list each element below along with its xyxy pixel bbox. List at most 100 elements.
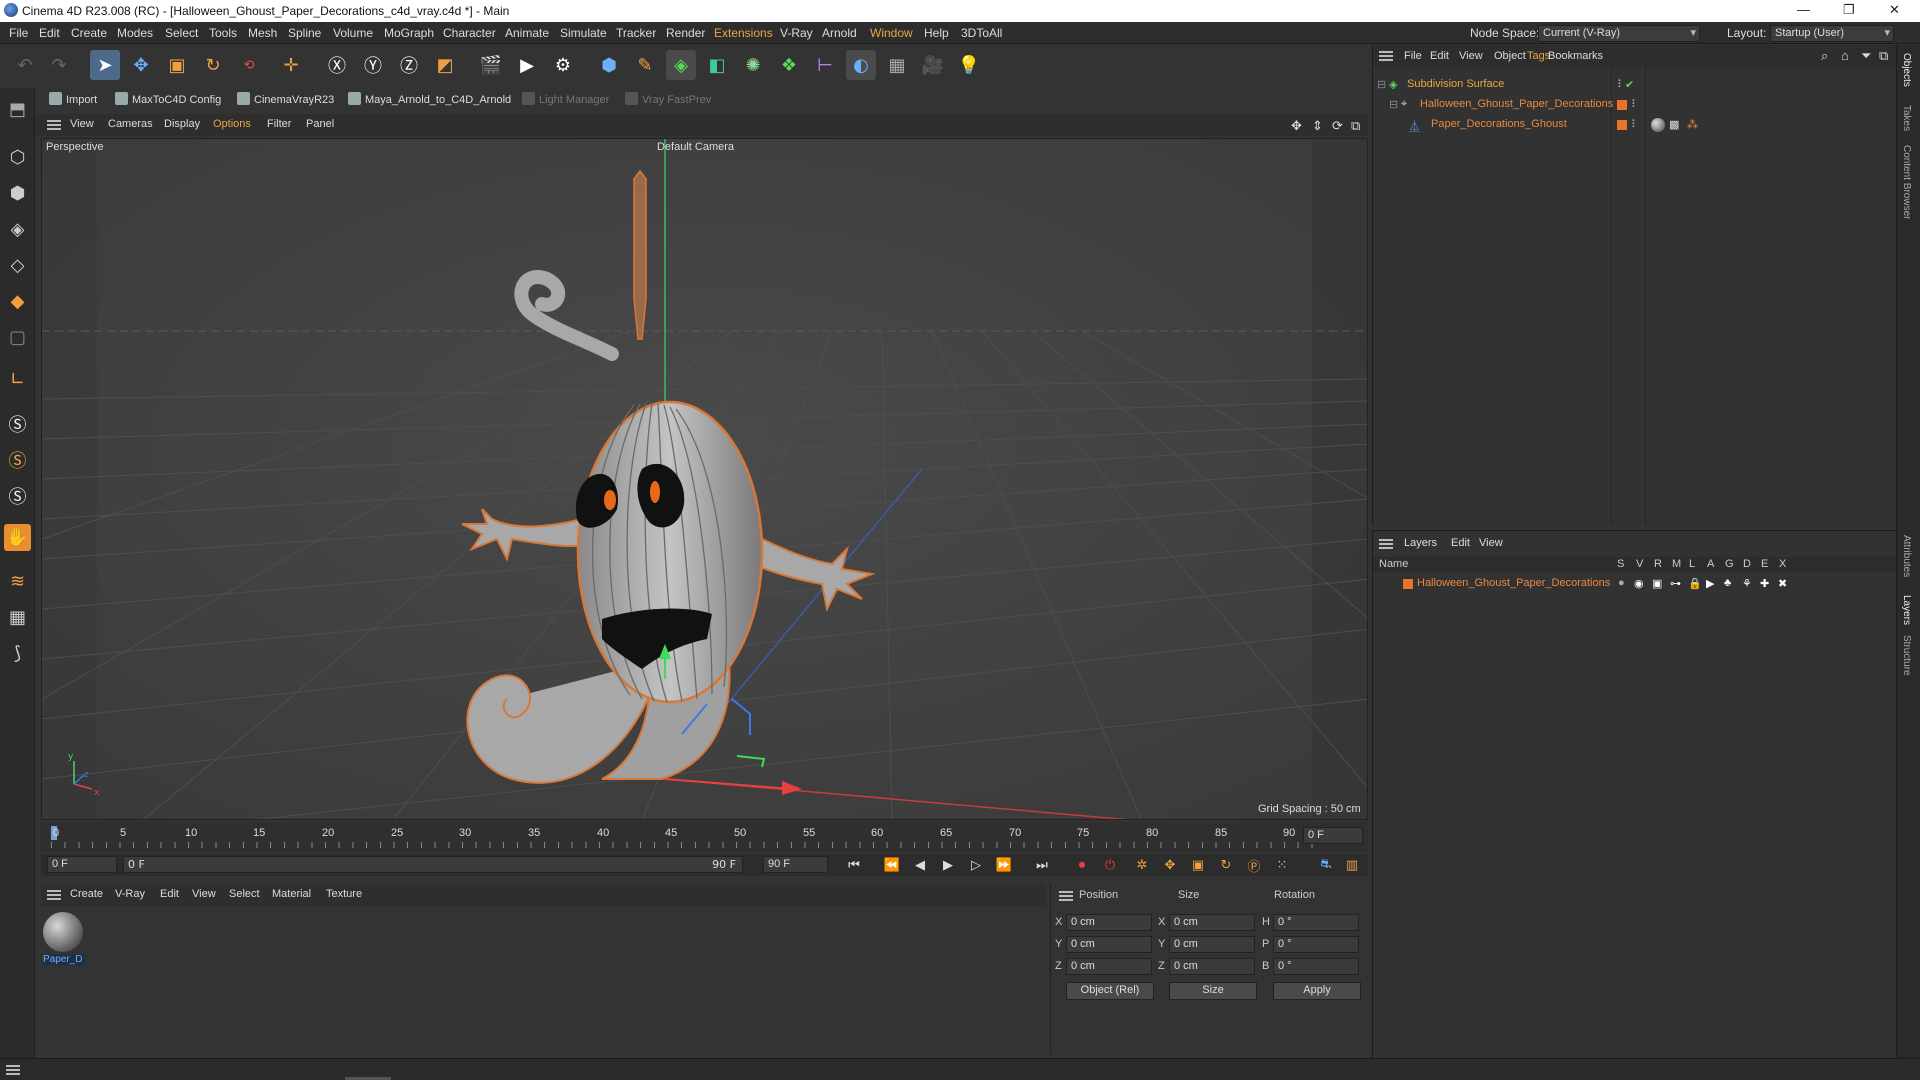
end-frame-field[interactable]: 90 F xyxy=(763,856,828,873)
texture-mode-icon[interactable]: ⬢ xyxy=(4,180,31,207)
editor-render-toggle-icon[interactable]: ⠇ xyxy=(1631,98,1639,111)
z-axis-lock-icon[interactable]: Ⓩ xyxy=(394,50,424,80)
tab-attributes[interactable]: Attributes xyxy=(1901,535,1912,577)
y-axis-lock-icon[interactable]: Ⓨ xyxy=(358,50,388,80)
mograph-cloner-icon[interactable]: ✺ xyxy=(738,50,768,80)
rot-p-field[interactable]: 0 ° xyxy=(1273,936,1359,953)
cinemavray-button[interactable]: CinemaVrayR23 xyxy=(237,92,334,106)
enabled-check-icon[interactable]: ✔ xyxy=(1625,78,1634,91)
tab-takes[interactable]: Takes xyxy=(1901,105,1912,131)
menu-create[interactable]: Create xyxy=(71,26,107,40)
object-name[interactable]: Halloween_Ghoust_Paper_Decorations xyxy=(1420,98,1613,110)
pos-x-field[interactable]: 0 cm xyxy=(1066,914,1152,931)
menu-modes[interactable]: Modes xyxy=(117,26,153,40)
layer-color-swatch[interactable] xyxy=(1403,579,1413,589)
scale-tool-icon[interactable]: ▣ xyxy=(162,50,192,80)
tab-layers[interactable]: Layers xyxy=(1901,595,1912,625)
rot-h-field[interactable]: 0 ° xyxy=(1273,914,1359,931)
quantize-icon[interactable]: Ⓢ xyxy=(4,482,31,509)
obj-menu-bookmarks[interactable]: Bookmarks xyxy=(1548,50,1603,62)
size-x-field[interactable]: 0 cm xyxy=(1169,914,1255,931)
make-editable-icon[interactable]: ⬒ xyxy=(4,96,31,123)
render-view-icon[interactable]: ▶ xyxy=(512,50,542,80)
material-tag-icon[interactable] xyxy=(1651,118,1665,132)
viewport-rotate-icon[interactable]: ⟳ xyxy=(1332,118,1343,134)
layer-menu-view[interactable]: View xyxy=(1479,537,1503,549)
next-key-icon[interactable]: ⏩ xyxy=(993,855,1015,875)
current-frame-field[interactable]: 0 F xyxy=(1303,827,1363,844)
vray-fastprev-button[interactable]: Vray FastPrev xyxy=(625,92,711,106)
key-scale-icon[interactable]: ▣ xyxy=(1187,855,1209,875)
timeline-ruler[interactable]: 0 5 10 15 20 25 30 35 40 45 50 55 60 65 … xyxy=(41,822,1368,852)
collapse-icon[interactable]: ⊟ xyxy=(1377,78,1386,91)
close-button[interactable]: ✕ xyxy=(1889,2,1900,18)
polygons-mode-icon[interactable]: ◆ xyxy=(4,288,31,315)
menu-tools[interactable]: Tools xyxy=(209,26,237,40)
autokey-icon[interactable]: ⏻ xyxy=(1099,855,1121,875)
checker-tag-icon[interactable]: ▩ xyxy=(1669,118,1679,131)
render-region-icon[interactable]: 🎬 xyxy=(476,50,506,80)
object-row[interactable]: ⊟ ⌖ Halloween_Ghoust_Paper_Decorations ⠇ xyxy=(1373,96,1897,114)
size-y-field[interactable]: 0 cm xyxy=(1169,936,1255,953)
manager-hierarchy-icon[interactable]: ⊶ xyxy=(1670,577,1681,590)
undo-icon[interactable]: ↶ xyxy=(10,50,40,80)
recent-tools-icon[interactable]: ⟲ xyxy=(234,50,264,80)
add-tool-icon[interactable]: ✛ xyxy=(276,50,306,80)
layer-menu-edit[interactable]: Edit xyxy=(1451,537,1470,549)
layer-name[interactable]: Halloween_Ghoust_Paper_Decorations xyxy=(1417,577,1610,589)
menu-select[interactable]: Select xyxy=(165,26,198,40)
menu-arnold[interactable]: Arnold xyxy=(822,26,857,40)
material-swatch[interactable]: Paper_D xyxy=(43,912,85,965)
layout-dropdown[interactable]: Startup (User) xyxy=(1770,25,1894,42)
collapse-icon[interactable]: ⊟ xyxy=(1389,98,1398,111)
paint-tool-icon[interactable]: ✋ xyxy=(4,524,31,551)
menu-help[interactable]: Help xyxy=(924,26,949,40)
apply-button[interactable]: Apply xyxy=(1273,982,1361,1000)
key-position-icon[interactable]: ✥ xyxy=(1159,855,1181,875)
object-row[interactable]: ⊟ ◈ Subdivision Surface ⠇ ✔ xyxy=(1373,76,1897,94)
timeline-window-icon[interactable]: ▥ xyxy=(1341,855,1363,875)
render-camera-icon[interactable]: ▣ xyxy=(1652,577,1662,590)
object-new-window-icon[interactable]: ⧉ xyxy=(1879,48,1888,64)
obj-menu-file[interactable]: File xyxy=(1404,50,1422,62)
light-manager-button[interactable]: Light Manager xyxy=(522,92,609,106)
polygon-pen-icon[interactable]: ⊢ xyxy=(810,50,840,80)
menu-spline[interactable]: Spline xyxy=(288,26,321,40)
obj-menu-edit[interactable]: Edit xyxy=(1430,50,1449,62)
menu-mograph[interactable]: MoGraph xyxy=(384,26,434,40)
node-space-dropdown[interactable]: Current (V-Ray) xyxy=(1538,25,1700,42)
lock-icon[interactable]: 🔒 xyxy=(1688,577,1702,590)
menu-simulate[interactable]: Simulate xyxy=(560,26,607,40)
menu-window[interactable]: Window xyxy=(870,26,913,40)
menu-character[interactable]: Character xyxy=(443,26,496,40)
play-icon[interactable]: ▶ xyxy=(937,855,959,875)
vp-menu-filter[interactable]: Filter xyxy=(267,118,291,130)
vray-tag-icon[interactable]: ⁂ xyxy=(1687,118,1698,131)
uv-mode-icon[interactable]: ▢ xyxy=(4,324,31,351)
snap-settings-icon[interactable]: Ⓢ xyxy=(4,446,31,473)
mat-menu-view[interactable]: View xyxy=(192,888,216,900)
menu-tracker[interactable]: Tracker xyxy=(616,26,656,40)
generator-icon[interactable]: ♣ xyxy=(1724,577,1731,589)
camera-icon[interactable]: 🎥 xyxy=(918,50,948,80)
pos-y-field[interactable]: 0 cm xyxy=(1066,936,1152,953)
vp-menu-cameras[interactable]: Cameras xyxy=(108,118,153,130)
cube-object-icon[interactable]: ⬢ xyxy=(594,50,624,80)
restore-button[interactable]: ❐ xyxy=(1843,2,1855,18)
x-axis-lock-icon[interactable]: Ⓧ xyxy=(322,50,352,80)
go-to-end-icon[interactable]: ⏭ xyxy=(1031,855,1053,875)
obj-menu-tags[interactable]: Tags xyxy=(1527,50,1550,62)
maxtoc4d-button[interactable]: MaxToC4D Config xyxy=(115,92,221,106)
menu-animate[interactable]: Animate xyxy=(505,26,549,40)
deformer-flag-icon[interactable]: ⚘ xyxy=(1742,577,1752,590)
menu-edit[interactable]: Edit xyxy=(39,26,60,40)
object-name[interactable]: Paper_Decorations_Ghoust xyxy=(1431,118,1567,130)
visible-eye-icon[interactable]: ◉ xyxy=(1634,577,1644,590)
vp-menu-panel[interactable]: Panel xyxy=(306,118,334,130)
editor-render-toggle-icon[interactable]: ⠇ xyxy=(1617,78,1625,91)
key-rotation-icon[interactable]: ↻ xyxy=(1215,855,1237,875)
size-mode-dropdown[interactable]: Size xyxy=(1169,982,1257,1000)
object-filter-icon[interactable]: ⏷ xyxy=(1861,48,1871,64)
subdivision-generator-icon[interactable]: ◈ xyxy=(666,50,696,80)
material-hamburger-icon[interactable] xyxy=(47,890,61,900)
